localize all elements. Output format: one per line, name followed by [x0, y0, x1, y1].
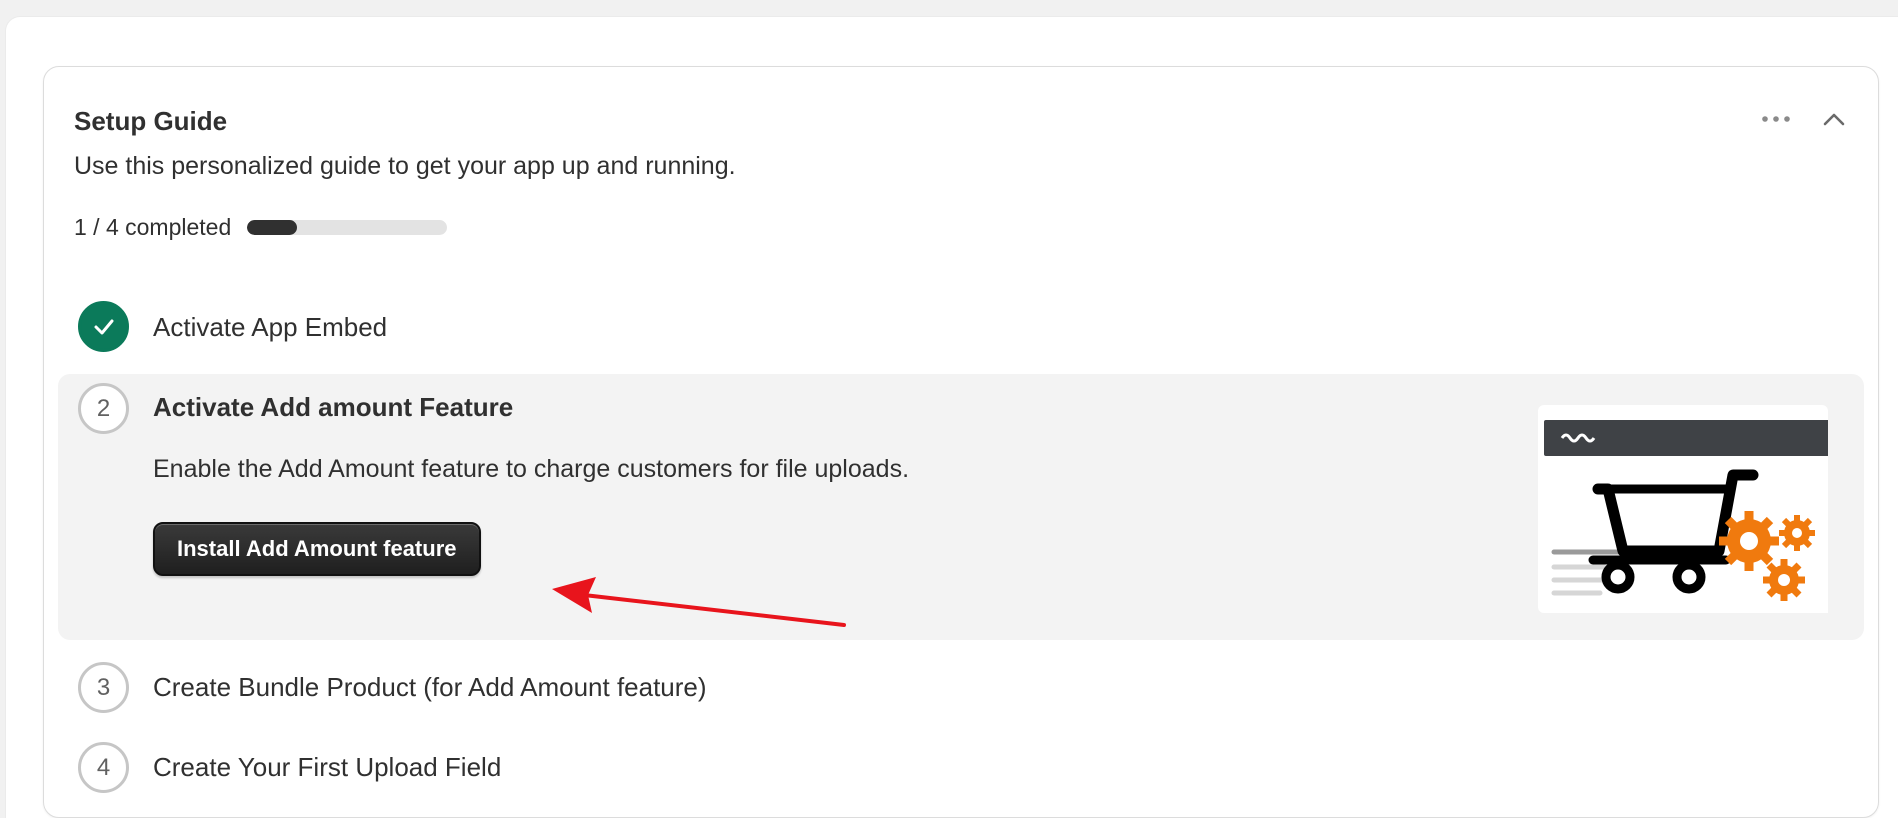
step-description: Enable the Add Amount feature to charge …: [153, 455, 910, 483]
install-add-amount-button[interactable]: Install Add Amount feature: [153, 522, 481, 576]
setup-guide-title: Setup Guide: [74, 106, 228, 136]
step-label: Create Your First Upload Field: [153, 752, 502, 782]
step-label[interactable]: Activate Add amount Feature: [153, 392, 513, 423]
progress-row: 1 / 4 completed: [74, 214, 448, 241]
card-header-actions: [1754, 97, 1856, 141]
step-complete-check: [78, 301, 129, 352]
progress-bar-fill: [247, 220, 298, 235]
step-number-circle: 4: [78, 742, 129, 793]
step-label: Create Bundle Product (for Add Amount fe…: [153, 672, 707, 702]
more-horizontal-icon: [1762, 116, 1790, 122]
more-actions-button[interactable]: [1754, 97, 1798, 141]
step-number-circle: 3: [78, 662, 129, 713]
checkmark-icon: [94, 319, 113, 334]
page-background: Setup Guide Use this personalized guide …: [6, 17, 1898, 818]
setup-guide-subtitle: Use this personalized guide to get your …: [74, 152, 736, 180]
step-create-bundle-product[interactable]: 3 Create Bundle Product (for Add Amount …: [58, 657, 1864, 717]
progress-bar: [247, 220, 448, 235]
shopping-cart-gears-illustration: [1538, 405, 1832, 613]
step-activate-add-amount: 2 Activate Add amount Feature Enable the…: [58, 374, 1864, 640]
setup-guide-card: Setup Guide Use this personalized guide …: [43, 66, 1879, 818]
step-number-circle[interactable]: 2: [78, 383, 129, 434]
step-create-upload-field[interactable]: 4 Create Your First Upload Field: [58, 737, 1864, 797]
chevron-up-icon: [1823, 113, 1845, 126]
step-label: Activate App Embed: [153, 312, 388, 342]
collapse-button[interactable]: [1812, 97, 1856, 141]
progress-label: 1 / 4 completed: [74, 214, 232, 240]
step-activate-app-embed[interactable]: Activate App Embed: [58, 298, 1864, 358]
